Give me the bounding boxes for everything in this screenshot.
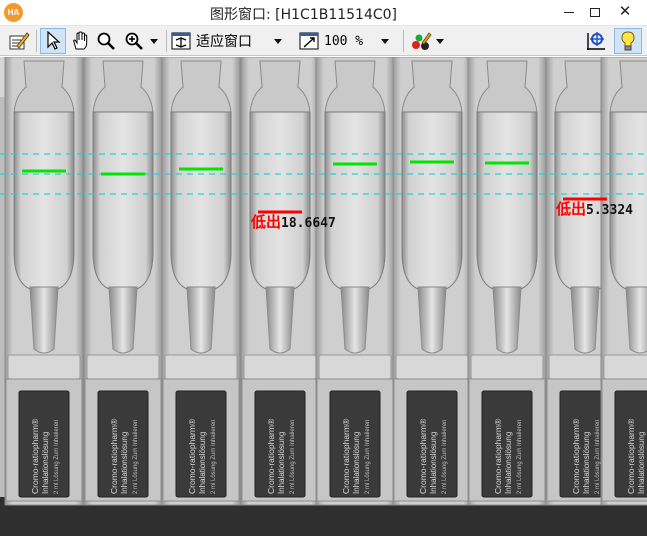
title-bar: HA 图形窗口: [H1C1B11514C0] ✕ — [0, 0, 647, 26]
vial: Cromo-ratiopharm®Inhalationslösung 2 ml L… — [392, 57, 472, 506]
vial: Cromo-ratiopharm®Inhalationslösung 2 ml L… — [315, 57, 395, 506]
vial-label-text: Inhalationslösung — [429, 432, 438, 494]
vial-label-text: Cromo-ratiopharm® — [418, 418, 428, 494]
magnifier-icon — [97, 32, 115, 50]
crosshair-tool-button[interactable] — [584, 28, 608, 54]
crosshair-icon — [587, 32, 605, 50]
zoom-percent-icon — [299, 32, 319, 50]
low-status-label: 低出 — [556, 201, 587, 218]
vial-label-text: Inhalationslösung — [582, 432, 591, 494]
vials-layer: Cromo-ratiopharm® Inhalationslösung 2 ml L… — [4, 57, 647, 506]
low-level-annotation: 低出5.3324 — [556, 202, 633, 219]
edit-settings-button[interactable] — [6, 28, 32, 54]
low-level-annotation: 低出18.6647 — [251, 215, 336, 232]
vial-label-text: Inhalationslösung — [637, 432, 646, 494]
magnifier-tool-button[interactable] — [94, 28, 118, 54]
vial-label-text: Cromo-ratiopharm® — [493, 418, 503, 494]
zoom-in-icon — [125, 32, 143, 50]
close-icon: ✕ — [618, 2, 632, 20]
maximize-icon — [590, 8, 600, 17]
chevron-down-icon — [274, 38, 282, 44]
vial-label-text: Cromo-ratiopharm® — [109, 418, 119, 494]
pointer-tool-button[interactable] — [40, 28, 66, 54]
minimize-icon — [564, 12, 574, 13]
vial: Cromo-ratiopharm®Inhalationslösung 2 ml L… — [83, 57, 163, 506]
low-status-label: 低出 — [251, 214, 282, 231]
vial: Cromo-ratiopharm®Inhalationslösung 2 ml L… — [4, 57, 84, 506]
measurement-value: 5.3324 — [586, 203, 633, 218]
vial: Cromo-ratiopharm®Inhalationslösung2 ml L… — [600, 57, 647, 506]
pointer-icon — [47, 31, 61, 50]
vial-label-text: Inhalationslösung — [504, 432, 513, 494]
vial-label-text: 2 ml Lösung Zum Inhalieren — [517, 420, 523, 494]
vial-label-text: 2 ml Lösung Zum Inhalieren — [442, 420, 448, 494]
vial-label-text: 2 ml Lösung Zum Inhalieren — [595, 420, 601, 494]
toolbar-separator — [403, 30, 404, 52]
vial-label-text: 2 ml Lösung Zum Inhalieren — [290, 420, 296, 494]
chevron-down-icon — [381, 38, 390, 44]
vial: Cromo-ratiopharm®Inhalationslösung 2 ml L… — [240, 57, 320, 506]
vial-label-text: Inhalationslösung — [352, 432, 361, 494]
pan-tool-button[interactable] — [68, 28, 92, 54]
zoom-level-value: 100 % — [324, 33, 364, 49]
vial-label-text: Cromo-ratiopharm® — [626, 418, 636, 494]
vial: Cromo-ratiopharm®Inhalationslösung 2 ml L… — [161, 57, 241, 506]
vial-label-text: Inhalationslösung — [198, 432, 207, 494]
vial-label-text: Cromo-ratiopharm® — [571, 418, 581, 494]
pan-hand-icon — [73, 31, 88, 50]
fit-mode-dropdown[interactable]: 适应窗口 — [170, 28, 294, 54]
edit-settings-icon — [9, 32, 30, 50]
lightbulb-tool-button[interactable] — [614, 28, 642, 54]
measurement-value: 18.6647 — [281, 216, 336, 231]
image-viewport[interactable]: Cromo-ratiopharm® Inhalationslösung 2 ml L… — [0, 57, 647, 536]
window-title: 图形窗口: [H1C1B11514C0] — [209, 7, 398, 23]
vial-label-text: Inhalationslösung — [120, 432, 129, 494]
vial-label-text: 2 ml Lösung Zum Inhalieren — [365, 420, 371, 494]
maximize-button[interactable] — [578, 0, 612, 24]
vial-label-text: Inhalationslösung — [277, 432, 286, 494]
vial-label-text: 2 ml Lösung Zum Inhalieren — [133, 420, 139, 494]
fit-mode-label: 适应窗口 — [196, 33, 252, 49]
zoom-in-dropdown[interactable] — [120, 28, 162, 54]
vial-label-text: Cromo-ratiopharm® — [266, 418, 276, 494]
chevron-down-icon — [436, 38, 444, 44]
close-button[interactable]: ✕ — [608, 0, 642, 24]
vial-label-text: Cromo-ratiopharm® — [341, 418, 351, 494]
fit-window-icon — [171, 32, 191, 50]
vial-label-text: Cromo-ratiopharm® — [30, 418, 40, 494]
toolbar-separator — [36, 30, 37, 52]
vial-label-text: Cromo-ratiopharm® — [187, 418, 197, 494]
inspection-image: Cromo-ratiopharm® Inhalationslösung 2 ml L… — [0, 57, 647, 536]
vial: Cromo-ratiopharm®Inhalationslösung 2 ml L… — [467, 57, 547, 506]
chevron-down-icon — [150, 38, 158, 44]
vial-label-text: 2 ml Lösung Zum Inhalieren — [211, 420, 217, 494]
color-palette-icon — [412, 32, 432, 50]
vial-label-text: 2 ml Lösung Zum Inhalieren — [54, 420, 60, 494]
zoom-level-dropdown[interactable]: 100 % — [298, 28, 400, 54]
vial-label-text: Inhalationslösung — [41, 432, 50, 494]
toolbar: 适应窗口 100 % — [0, 26, 647, 56]
toolbar-separator — [166, 30, 167, 52]
color-dropdown[interactable] — [406, 28, 448, 54]
lightbulb-icon — [621, 31, 635, 51]
